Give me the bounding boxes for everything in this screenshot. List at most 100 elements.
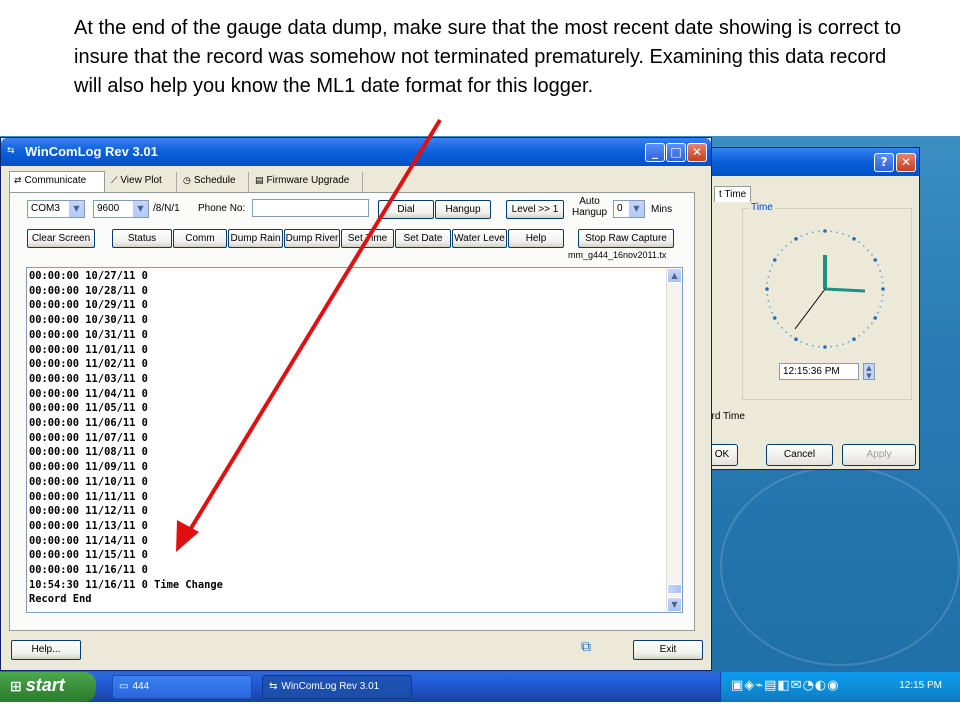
folder-icon: ▭ (119, 681, 129, 692)
set-date-button[interactable]: Set Date (395, 229, 451, 248)
format-label: /8/N/1 (153, 203, 180, 214)
log-line: 00:00:00 10/31/11 0 (29, 328, 148, 341)
phone-input[interactable] (252, 199, 369, 217)
vertical-scrollbar[interactable]: ▲ ▼ (666, 268, 682, 612)
tab-schedule[interactable]: ◷ Schedule (179, 172, 249, 192)
dump-river-button[interactable]: Dump River (284, 229, 340, 248)
clock-tick (842, 343, 844, 346)
clock-icon: ◷ (183, 176, 191, 186)
tab-view-plot[interactable]: ⟋ View Plot (107, 172, 177, 192)
capture-file-name: mm_g444_16nov2011.tx (568, 250, 667, 260)
dump-rain-button[interactable]: Dump Rain (228, 229, 283, 248)
tab-time[interactable]: t Time (714, 186, 752, 202)
log-line: 00:00:00 11/14/11 0 (29, 534, 148, 547)
clock-tick (818, 345, 820, 348)
clear-screen-button[interactable]: Clear Screen (27, 229, 95, 248)
exit-button[interactable]: Exit (633, 640, 703, 660)
tab-label: Schedule (193, 175, 236, 186)
log-lines: 00:00:00 10/27/11 0 00:00:00 10/28/11 0 00… (29, 269, 223, 607)
clock-tick (873, 316, 878, 320)
time-spinner[interactable]: ▲ ▼ (863, 363, 875, 380)
status-button[interactable]: Status (112, 229, 172, 248)
clock-tick (877, 264, 879, 267)
maximize-button[interactable]: □ (666, 143, 686, 162)
close-button[interactable]: ✕ (687, 143, 707, 162)
clock-tick (790, 241, 792, 243)
clock-tick (771, 264, 773, 267)
clock-tick (800, 341, 803, 343)
clock-tick (867, 249, 870, 252)
clock-tick (830, 345, 832, 348)
clock-tick (847, 341, 850, 343)
scroll-down-icon[interactable]: ▼ (667, 597, 682, 612)
app-icon: ⇆ (7, 146, 15, 156)
chart-icon: ⟋ (111, 176, 118, 186)
clock-tick (771, 311, 773, 314)
clock-tick (862, 331, 865, 334)
log-line: 00:00:00 11/15/11 0 (29, 549, 148, 562)
help-button[interactable]: Help (508, 229, 564, 248)
clock-tick (766, 282, 769, 284)
task-label: 444 (132, 681, 150, 692)
close-title-button[interactable]: ✕ (896, 153, 916, 172)
windows-logo-icon: ⊞ (10, 679, 22, 695)
clock-tick (767, 300, 770, 302)
datetime-dialog-titlebar[interactable]: ? ✕ (706, 148, 919, 176)
dial-button[interactable]: Dial (378, 200, 434, 219)
baud-select[interactable]: 9600 ▼ (93, 200, 149, 218)
scroll-up-icon[interactable]: ▲ (667, 268, 682, 283)
clock-tick (867, 326, 870, 329)
com-port-select[interactable]: COM3 ▼ (27, 200, 85, 218)
clock-second-hand (794, 288, 826, 330)
stop-raw-capture-button[interactable]: Stop Raw Capture (578, 229, 674, 248)
clock-tick (879, 306, 882, 308)
clock-tick (780, 249, 783, 252)
help-dialog-button[interactable]: Help... (11, 640, 81, 660)
time-input[interactable]: 12:15:36 PM (779, 363, 859, 380)
level-button[interactable]: Level >> 1 (506, 200, 564, 219)
comm-button[interactable]: Comm (173, 229, 227, 248)
phone-label: Phone No: (198, 203, 246, 214)
tray-icons[interactable]: ▣◈⌁▤◧✉◔◐◉ (731, 678, 840, 693)
clock-tick (800, 235, 803, 237)
clock-tick (812, 231, 814, 234)
log-line: 00:00:00 11/08/11 0 (29, 446, 148, 459)
task-folder-444[interactable]: ▭ 444 (112, 675, 252, 699)
log-line: 00:00:00 11/11/11 0 (29, 490, 148, 503)
app-icon: ⇆ (269, 681, 278, 692)
tab-firmware-upgrade[interactable]: ▤ Firmware Upgrade (251, 172, 363, 192)
log-output[interactable]: 00:00:00 10/27/11 0 00:00:00 10/28/11 0 00… (26, 267, 683, 613)
tab-communicate[interactable]: ⇄ Communicate (9, 171, 105, 193)
clock-tick (806, 232, 808, 235)
water-level-button[interactable]: Water Leve (452, 229, 507, 248)
datetime-dialog: ? ✕ t Time Time 12:15:36 PM ▲ ▼ ard Time … (705, 147, 920, 470)
clock-tick (858, 241, 860, 243)
task-wincomlog[interactable]: ⇆ WinComLog Rev 3.01 (262, 675, 412, 699)
log-line: 00:00:00 10/27/11 0 (29, 270, 148, 282)
clock-tick (847, 235, 850, 237)
clock-tick (766, 294, 769, 296)
clock-tick (879, 270, 882, 272)
apply-button[interactable]: Apply (842, 444, 916, 466)
start-button[interactable]: ⊞ start (0, 672, 96, 702)
baud-value: 9600 (97, 203, 120, 214)
help-title-button[interactable]: ? (874, 153, 894, 172)
log-line: 00:00:00 11/16/11 0 (29, 564, 148, 577)
log-line: 00:00:00 11/06/11 0 (29, 417, 148, 430)
clock-tick (871, 254, 873, 256)
clock-tick (772, 316, 777, 320)
auto-hangup-select[interactable]: 0 ▼ (613, 200, 645, 218)
cancel-button[interactable]: Cancel (766, 444, 833, 466)
set-time-button[interactable]: Set Time (341, 229, 394, 248)
clock-tick (852, 236, 856, 241)
window-title: WinComLog Rev 3.01 (25, 144, 158, 159)
clock-tick (785, 331, 788, 334)
tab-label: View Plot (120, 175, 162, 186)
window-titlebar[interactable]: ⇆ WinComLog Rev 3.01 _ □ ✕ (1, 138, 711, 166)
clock-tick (871, 322, 873, 324)
wincomlog-window: ⇆ WinComLog Rev 3.01 _ □ ✕ ⇄ Communicate … (0, 137, 712, 671)
scroll-thumb[interactable] (667, 584, 682, 594)
minimize-button[interactable]: _ (645, 143, 665, 162)
clock-tick (780, 326, 783, 329)
hangup-button[interactable]: Hangup (435, 200, 491, 219)
